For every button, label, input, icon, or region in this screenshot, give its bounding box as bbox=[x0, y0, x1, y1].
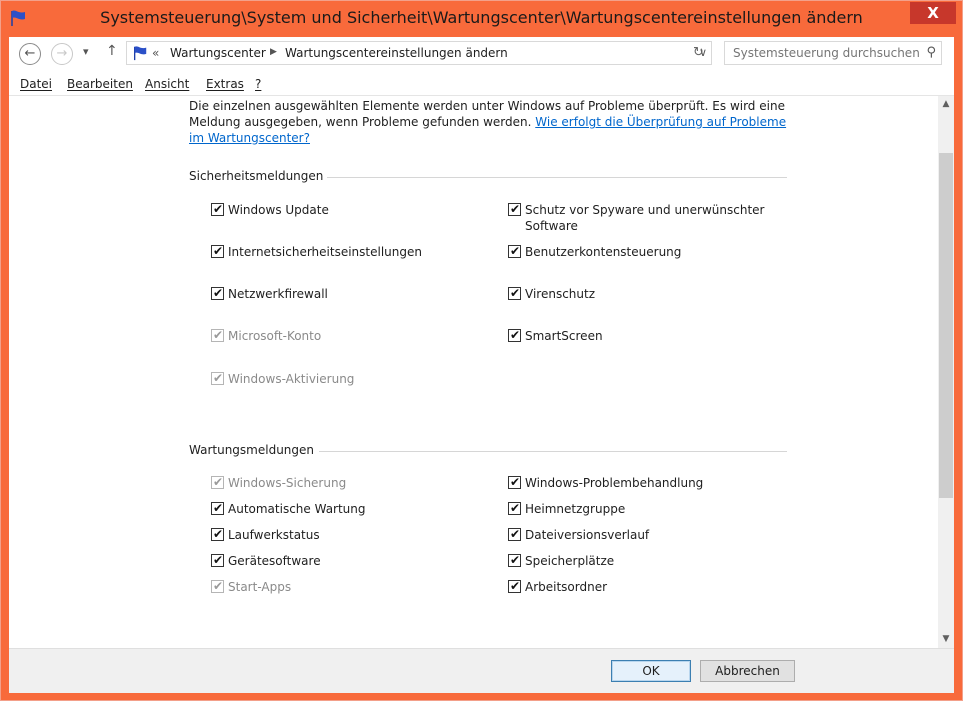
back-button[interactable]: ← bbox=[19, 43, 41, 65]
breadcrumb-current[interactable]: Wartungscentereinstellungen ändern bbox=[285, 46, 508, 60]
scroll-down-icon[interactable]: ▼ bbox=[938, 631, 954, 648]
checkmark-icon: ✔ bbox=[213, 501, 224, 515]
intro-text: Die einzelnen ausgewählten Elemente werd… bbox=[189, 98, 789, 146]
forward-arrow-icon: → bbox=[56, 46, 68, 61]
checkmark-icon: ✔ bbox=[213, 244, 224, 258]
checkmark-icon: ✔ bbox=[213, 202, 224, 216]
checkmark-icon: ✔ bbox=[510, 501, 521, 515]
refresh-button[interactable]: ↻ bbox=[686, 41, 712, 65]
checkmark-icon: ✔ bbox=[510, 553, 521, 567]
breadcrumb-separator-icon[interactable]: ▶ bbox=[270, 47, 277, 57]
checkmark-icon: ✔ bbox=[510, 579, 521, 593]
checkmark-icon: ✔ bbox=[213, 553, 224, 567]
checkmark-icon: ✔ bbox=[213, 371, 224, 385]
search-icon[interactable]: ⚲ bbox=[926, 45, 936, 60]
recent-locations-icon[interactable]: ▾ bbox=[83, 45, 89, 58]
checkmark-icon: ✔ bbox=[213, 527, 224, 541]
divider bbox=[319, 451, 787, 452]
breadcrumb-overflow[interactable]: « bbox=[152, 46, 159, 60]
menu-bar: Datei Bearbeiten Ansicht Extras ? bbox=[9, 73, 954, 96]
settings-content: Die einzelnen ausgewählten Elemente werd… bbox=[9, 96, 938, 648]
scroll-thumb[interactable] bbox=[939, 153, 953, 498]
address-field[interactable]: « Wartungscenter ▶ Wartungscentereinstel… bbox=[126, 41, 712, 65]
vertical-scrollbar[interactable]: ▲ ▼ bbox=[938, 96, 954, 648]
refresh-icon: ↻ bbox=[693, 45, 704, 60]
flag-icon bbox=[134, 46, 147, 61]
client-area: ← → ▾ ↑ « Wartungscenter ▶ Wartungscente… bbox=[9, 37, 954, 693]
ok-button[interactable]: OK bbox=[611, 660, 691, 682]
window-title: Systemsteuerung\System und Sicherheit\Wa… bbox=[100, 8, 863, 27]
title-bar[interactable]: Systemsteuerung\System und Sicherheit\Wa… bbox=[1, 1, 962, 37]
close-icon: X bbox=[927, 4, 939, 22]
menu-help[interactable]: ? bbox=[255, 77, 261, 91]
divider bbox=[327, 177, 787, 178]
forward-button[interactable]: → bbox=[51, 43, 73, 65]
checkmark-icon: ✔ bbox=[510, 527, 521, 541]
checkmark-icon: ✔ bbox=[510, 475, 521, 489]
up-arrow-icon[interactable]: ↑ bbox=[106, 43, 118, 59]
search-box: ⚲ bbox=[724, 41, 942, 65]
menu-bearbeiten[interactable]: Bearbeiten bbox=[67, 77, 133, 91]
window-frame: Systemsteuerung\System und Sicherheit\Wa… bbox=[0, 0, 963, 701]
checkmark-icon: ✔ bbox=[213, 579, 224, 593]
maintenance-section-title: Wartungsmeldungen bbox=[189, 443, 315, 457]
menu-ansicht[interactable]: Ansicht bbox=[145, 77, 189, 91]
close-button[interactable]: X bbox=[910, 2, 956, 24]
checkmark-icon: ✔ bbox=[213, 286, 224, 300]
checkmark-icon: ✔ bbox=[510, 202, 521, 216]
checkmark-icon: ✔ bbox=[213, 328, 224, 342]
checkmark-icon: ✔ bbox=[510, 286, 521, 300]
button-bar: OK Abbrechen bbox=[9, 648, 954, 693]
security-section-title: Sicherheitsmeldungen bbox=[189, 169, 324, 183]
checkmark-icon: ✔ bbox=[510, 328, 521, 342]
menu-datei[interactable]: Datei bbox=[20, 77, 52, 91]
navigation-bar: ← → ▾ ↑ « Wartungscenter ▶ Wartungscente… bbox=[9, 37, 954, 71]
breadcrumb-wartungscenter[interactable]: Wartungscenter bbox=[170, 46, 266, 60]
checkmark-icon: ✔ bbox=[213, 475, 224, 489]
back-arrow-icon: ← bbox=[24, 46, 36, 61]
checkmark-icon: ✔ bbox=[510, 244, 521, 258]
cancel-button[interactable]: Abbrechen bbox=[700, 660, 795, 682]
menu-extras[interactable]: Extras bbox=[206, 77, 244, 91]
scroll-up-icon[interactable]: ▲ bbox=[938, 96, 954, 113]
search-input[interactable] bbox=[725, 42, 931, 64]
